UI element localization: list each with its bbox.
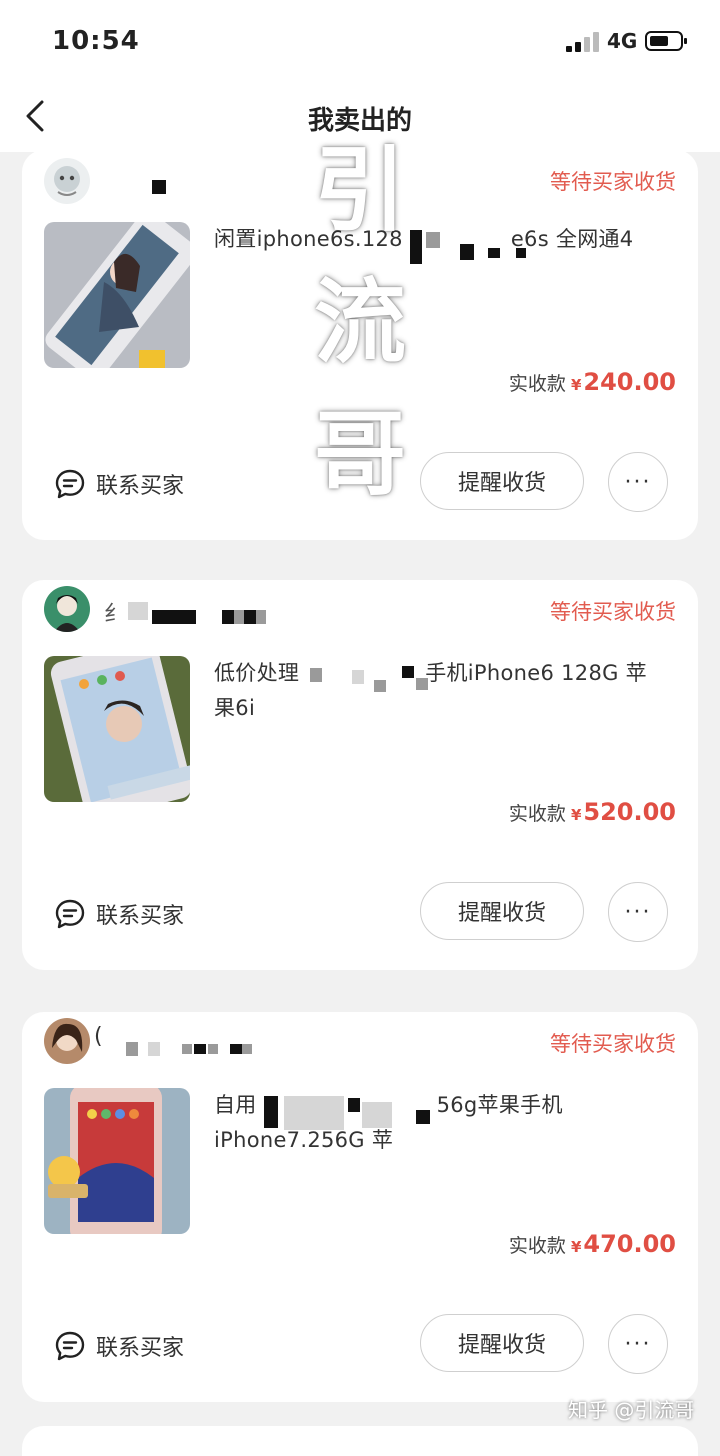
redaction-mask bbox=[182, 1044, 192, 1054]
buyer-name: 纟 bbox=[104, 602, 127, 627]
more-options-button[interactable]: ··· bbox=[608, 452, 668, 512]
more-options-button[interactable]: ··· bbox=[608, 882, 668, 942]
chat-bubble-icon bbox=[55, 469, 85, 499]
redaction-mask bbox=[348, 1098, 360, 1112]
redaction-mask bbox=[516, 248, 526, 258]
redaction-mask bbox=[256, 610, 266, 624]
redaction-mask bbox=[126, 1042, 138, 1056]
chat-bubble-icon bbox=[55, 899, 85, 929]
product-title[interactable]: 低价处理 手机iPhone6 128G 苹 果6i bbox=[214, 656, 676, 726]
buyer-name: ( bbox=[94, 1024, 103, 1049]
price-row: 实收款 470.00 bbox=[509, 1230, 676, 1258]
chat-bubble-icon bbox=[55, 1331, 85, 1361]
buyer-avatar[interactable] bbox=[44, 1018, 90, 1064]
redaction-mask bbox=[242, 1044, 252, 1054]
status-bar: 10:54 4G bbox=[0, 0, 720, 86]
redaction-mask bbox=[230, 1044, 242, 1054]
redaction-mask bbox=[244, 610, 256, 624]
redaction-mask bbox=[416, 1110, 430, 1124]
order-card-partial bbox=[22, 1426, 698, 1456]
redaction-mask bbox=[148, 1042, 160, 1056]
order-status: 等待买家收货 bbox=[550, 1032, 676, 1056]
contact-buyer-label: 联系买家 bbox=[96, 1336, 185, 1361]
redaction-mask bbox=[426, 232, 440, 248]
remind-receipt-button[interactable]: 提醒收货 bbox=[420, 882, 584, 940]
contact-buyer-button[interactable]: 联系买家 bbox=[54, 464, 184, 504]
redaction-mask bbox=[374, 680, 386, 692]
price-value: 240.00 bbox=[571, 368, 676, 396]
redaction-mask bbox=[208, 1044, 218, 1054]
redaction-mask bbox=[152, 180, 166, 194]
redaction-mask bbox=[234, 610, 244, 624]
redaction-mask bbox=[402, 666, 414, 678]
product-thumbnail[interactable] bbox=[44, 1088, 190, 1234]
battery-icon bbox=[645, 31, 687, 51]
product-thumbnail[interactable] bbox=[44, 222, 190, 368]
price-row: 实收款 520.00 bbox=[509, 798, 676, 826]
contact-buyer-label: 联系买家 bbox=[96, 474, 185, 499]
contact-buyer-label: 联系买家 bbox=[96, 904, 185, 929]
price-label: 实收款 bbox=[508, 1235, 566, 1257]
redaction-mask bbox=[352, 670, 364, 684]
contact-buyer-button[interactable]: 联系买家 bbox=[54, 1326, 184, 1366]
remind-receipt-button[interactable]: 提醒收货 bbox=[420, 1314, 584, 1372]
status-time: 10:54 bbox=[52, 26, 140, 56]
more-options-button[interactable]: ··· bbox=[608, 1314, 668, 1374]
remind-receipt-button[interactable]: 提醒收货 bbox=[420, 452, 584, 510]
redaction-mask bbox=[194, 1044, 206, 1054]
price-label: 实收款 bbox=[508, 373, 566, 395]
order-status: 等待买家收货 bbox=[550, 600, 676, 624]
product-title[interactable]: 闲置iphone6s.128 e6s 全网通4 bbox=[214, 222, 676, 257]
watermark-text: 引 流 哥 bbox=[313, 137, 406, 508]
redaction-mask bbox=[416, 678, 428, 690]
order-card: ( 等待买家收货 自用56g苹果手机 iPhone7.256G 苹 实收款 47… bbox=[22, 1012, 698, 1402]
contact-buyer-button[interactable]: 联系买家 bbox=[54, 894, 184, 934]
redaction-mask bbox=[128, 602, 148, 620]
order-status: 等待买家收货 bbox=[550, 170, 676, 194]
redaction-mask bbox=[362, 1102, 392, 1128]
cellular-signal-icon bbox=[566, 32, 604, 52]
redaction-mask bbox=[284, 1096, 344, 1130]
price-value: 520.00 bbox=[571, 798, 676, 826]
redaction-mask bbox=[488, 248, 500, 258]
redaction-mask bbox=[460, 244, 474, 260]
watermark-corner: 知乎 @引流哥 bbox=[568, 1398, 695, 1422]
redaction-mask bbox=[152, 610, 196, 624]
redaction-mask bbox=[310, 668, 322, 682]
redaction-mask bbox=[264, 1096, 278, 1128]
network-type: 4G bbox=[607, 29, 638, 53]
price-label: 实收款 bbox=[508, 803, 566, 825]
product-thumbnail[interactable] bbox=[44, 656, 190, 802]
order-card: 纟 等待买家收货 低价处理手机iPhone6 128G 苹 果6i 实收款 52… bbox=[22, 580, 698, 970]
price-value: 470.00 bbox=[571, 1230, 676, 1258]
redaction-mask bbox=[222, 610, 234, 624]
buyer-avatar[interactable] bbox=[44, 586, 90, 632]
price-row: 实收款 240.00 bbox=[509, 368, 676, 396]
buyer-avatar[interactable] bbox=[44, 158, 90, 204]
